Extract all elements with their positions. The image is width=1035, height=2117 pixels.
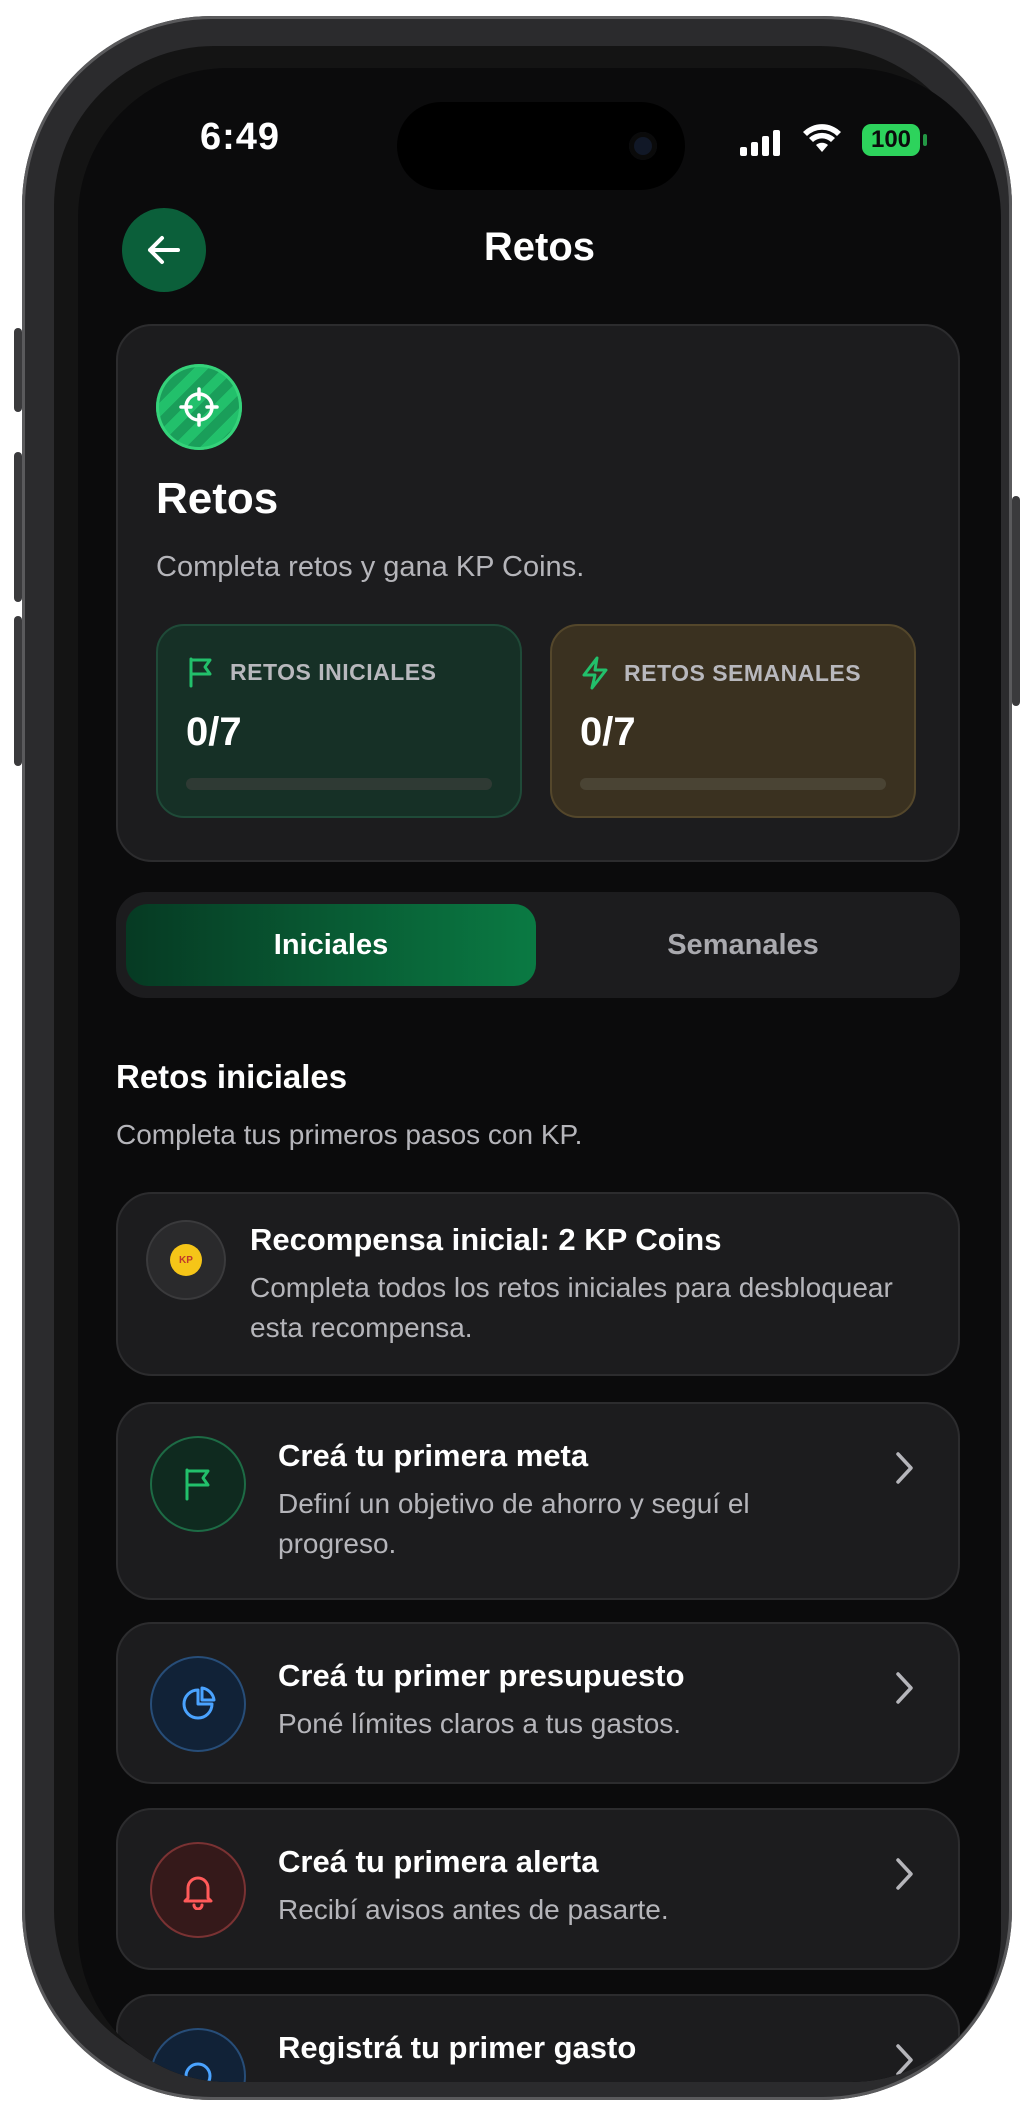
stat-label: RETOS INICIALES [230,658,437,685]
reward-title: Recompensa inicial: 2 KP Coins [250,1222,722,1257]
task-create-alert[interactable]: Creá tu primera alerta Recibí avisos ant… [116,1808,960,1970]
battery-indicator: 100 [862,124,920,156]
task-description: Recibí avisos antes de pasarte. [278,1894,669,1925]
lightning-icon [582,656,608,690]
weekly-challenges-stat: RETOS SEMANALES 0/7 [550,624,916,818]
reward-card: KP Recompensa inicial: 2 KP Coins Comple… [116,1192,960,1376]
stat-label: RETOS SEMANALES [624,659,862,686]
task-create-budget[interactable]: Creá tu primer presupuesto Poné límites … [116,1622,960,1784]
flag-icon [150,1436,246,1532]
power-button [1012,496,1020,706]
tab-iniciales[interactable]: Iniciales [126,904,536,986]
coin-icon: KP [146,1220,226,1300]
camera-icon [629,132,657,160]
task-title: Creá tu primera alerta [278,1844,599,1879]
status-time: 6:49 [200,116,281,158]
flag-icon [189,657,212,688]
cellular-signal-icon [740,130,780,156]
status-bar: 6:49 100 [78,68,1001,208]
stat-value: 0/7 [580,710,636,754]
task-description: Poné límites claros a tus gastos. [278,1708,682,1739]
task-create-goal[interactable]: Creá tu primera meta Definí un objetivo … [116,1402,960,1600]
volume-down-button [14,616,22,766]
progress-bar [580,778,886,790]
bell-icon [150,1842,246,1938]
phone-frame: 6:49 100 Retos Retos Completa retos y ga… [14,16,1020,2100]
section-title: Retos iniciales [116,1058,348,1095]
progress-bar [186,778,492,790]
target-icon [156,364,242,450]
task-register-expense[interactable]: Registrá tu primer gasto [116,1994,960,2082]
summary-subtitle: Completa retos y gana KP Coins. [156,551,585,583]
action-button [14,328,22,412]
wifi-icon [803,124,841,152]
reward-description: Completa todos los retos iniciales para … [250,1272,893,1343]
page-title: Retos [483,225,596,269]
task-title: Creá tu primer presupuesto [278,1658,685,1693]
task-description: Definí un objetivo de ahorro y seguí el … [278,1488,750,1559]
dynamic-island [397,102,685,190]
stat-value: 0/7 [186,710,242,754]
kp-coin: KP [170,1244,202,1276]
chevron-right-icon [896,1858,913,1890]
section-subtitle: Completa tus primeros pasos con KP. [116,1119,583,1150]
volume-up-button [14,452,22,602]
pie-chart-icon [150,1656,246,1752]
task-title: Creá tu primera meta [278,1438,589,1473]
summary-title: Retos [156,474,279,523]
screen: 6:49 100 Retos Retos Completa retos y ga… [78,68,1001,2082]
chevron-right-icon [896,2044,913,2076]
task-title: Registrá tu primer gasto [278,2030,637,2065]
challenges-summary-card: Retos Completa retos y gana KP Coins. RE… [116,324,960,862]
chevron-right-icon [896,1452,913,1484]
segmented-control: Iniciales Semanales [116,892,960,998]
chevron-right-icon [896,1672,913,1704]
battery-tip [923,134,927,146]
initial-challenges-stat: RETOS INICIALES 0/7 [156,624,522,818]
receipt-icon [150,2028,246,2082]
tab-semanales[interactable]: Semanales [538,904,948,986]
